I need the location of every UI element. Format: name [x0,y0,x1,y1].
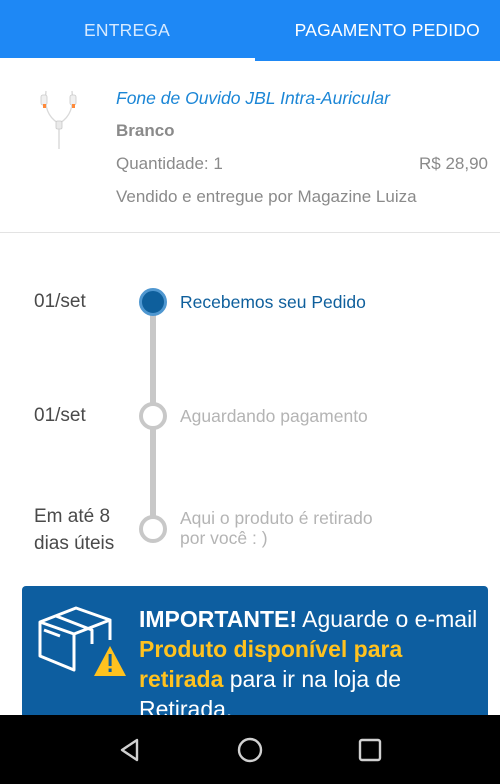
product-price: R$ 28,90 [419,154,488,173]
important-banner: IMPORTANTE! Aguarde o e-mail Produto dis… [22,586,488,726]
back-icon [120,738,139,761]
timeline-dot [139,402,167,430]
system-navigation-bar [0,715,500,784]
timeline-status-2: Aguardando pagamento [180,406,368,426]
timeline-dot-active [139,288,167,316]
product-name[interactable]: Fone de Ouvido JBL Intra-Auricular [116,88,390,109]
timeline-date-3-line2: dias úteis [34,533,115,554]
timeline-date-3-line1: Em até 8 [34,506,111,527]
recents-icon [358,738,382,761]
timeline-status-3-line2: por você : ) [180,528,268,548]
product-seller: Vendido e entregue por Magazine Luiza [116,187,417,206]
tab-bar: ENTREGA PAGAMENTO PEDIDO [0,0,500,61]
tab-pagamento-pedido-label: PAGAMENTO PEDIDO [294,20,480,40]
banner-text-1: Aguarde o e-mail [297,606,478,632]
product-color: Branco [116,121,175,140]
timeline-status-1: Recebemos seu Pedido [180,292,366,312]
home-button[interactable] [233,733,267,767]
earphones-thumbnail [40,90,77,149]
tab-entrega[interactable]: ENTREGA [0,0,255,61]
product-quantity: Quantidade: 1 [116,154,223,173]
recents-button[interactable] [353,733,387,767]
banner-important-label: IMPORTANTE! [139,606,298,632]
timeline-status-3-line1: Aqui o produto é retirado [180,508,373,528]
back-button[interactable] [113,733,147,767]
product-card[interactable]: Fone de Ouvido JBL Intra-Auricular Branc… [0,61,500,233]
banner-message: IMPORTANTE! Aguarde o e-mail Produto dis… [139,604,479,724]
timeline-dot [139,515,167,543]
timeline-date-1: 01/set [34,291,86,312]
timeline-date-2: 01/set [34,405,86,426]
home-icon [237,737,263,762]
package-warning-icon [38,606,126,676]
tab-pagamento-pedido[interactable]: PAGAMENTO PEDIDO [255,0,500,61]
timeline-date-3: Em até 8 dias úteis [34,503,114,557]
tab-entrega-label: ENTREGA [84,20,170,40]
timeline-status-3: Aqui o produto é retirado por você : ) [180,508,373,548]
